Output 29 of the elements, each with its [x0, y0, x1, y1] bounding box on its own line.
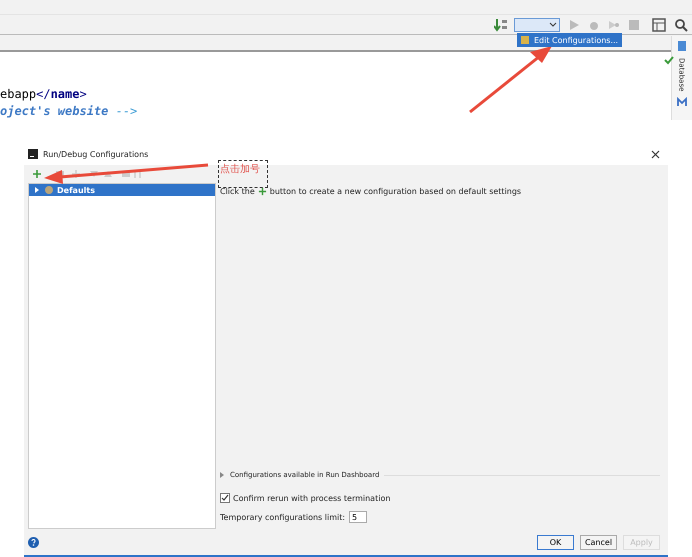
search-icon[interactable] [674, 18, 688, 32]
dialog-button[interactable]: Cancel [580, 534, 617, 550]
dialog-button[interactable]: OK [537, 534, 574, 550]
hint-text: Click the [220, 187, 255, 196]
database-icon[interactable] [677, 40, 687, 52]
app-icon [28, 149, 38, 159]
config-icon [520, 35, 530, 46]
limit-label: Temporary configurations limit: [220, 512, 346, 522]
add-icon[interactable] [32, 169, 42, 179]
dialog-title: Run/Debug Configurations [43, 150, 148, 158]
caret-icon [549, 22, 557, 28]
sort-icon[interactable] [494, 18, 508, 32]
run-config-dropdown[interactable] [514, 18, 560, 32]
checkbox[interactable] [220, 493, 230, 503]
code-line: ebapp</name> [0, 86, 87, 104]
help-icon[interactable] [28, 536, 39, 548]
limit-field[interactable]: 5 [349, 511, 368, 523]
code-line: oject's website --> [0, 103, 138, 120]
hint-text: button to create a new configuration based on default settings [270, 187, 522, 196]
tree-item[interactable]: Defaults [29, 184, 215, 196]
maven-icon[interactable] [677, 97, 687, 108]
expand-icon[interactable] [33, 186, 41, 194]
checkbox-label: Confirm rerun with process termination [233, 494, 390, 502]
expand-icon[interactable] [220, 472, 225, 478]
check-icon [664, 56, 674, 66]
add-icon [258, 187, 267, 196]
structure-icon[interactable] [652, 18, 666, 32]
annotation-box: 点击加号 [218, 160, 268, 188]
close-icon[interactable] [651, 150, 660, 158]
